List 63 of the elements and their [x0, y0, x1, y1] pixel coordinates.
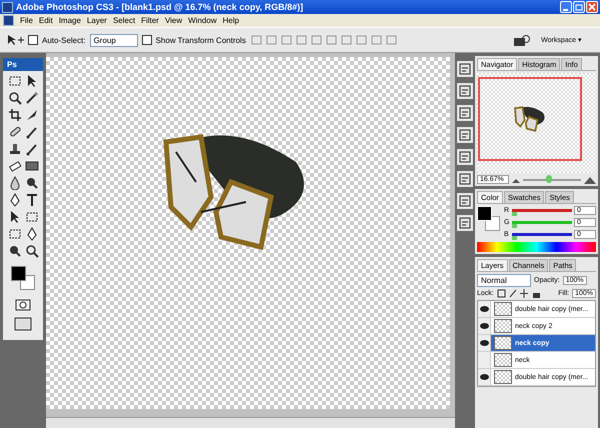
- zoom-tool-icon[interactable]: [24, 244, 38, 258]
- slider-thumb[interactable]: [512, 212, 517, 216]
- menu-item[interactable]: Select: [112, 16, 136, 25]
- move-tool-icon[interactable]: [6, 34, 24, 46]
- menu-item[interactable]: Image: [58, 16, 81, 25]
- eye-icon: [480, 323, 488, 329]
- file-browser-icon[interactable]: [513, 34, 532, 46]
- eye-icon: [480, 306, 488, 312]
- menu-item[interactable]: Filter: [141, 16, 159, 25]
- quick-mask-icon[interactable]: [15, 299, 31, 311]
- photoshop-logo: Ps: [3, 58, 43, 71]
- zoom-out-icon[interactable]: [512, 176, 520, 182]
- zoom-slider-thumb[interactable]: [546, 174, 552, 182]
- app-icon: [2, 2, 13, 12]
- slider-thumb[interactable]: [512, 236, 517, 240]
- lock-options-drawing[interactable]: [496, 289, 541, 298]
- pen-tool-icon[interactable]: [8, 193, 22, 207]
- show-transform-label: Show Transform Controls: [156, 36, 246, 44]
- close-icon: [588, 3, 596, 11]
- checkbox[interactable]: [142, 35, 152, 45]
- visibility-toggle[interactable]: [478, 318, 491, 334]
- blur-tool-icon[interactable]: [8, 176, 22, 190]
- visibility-toggle[interactable]: [478, 301, 491, 317]
- dodge-tool-icon[interactable]: [24, 176, 38, 190]
- brush-tool-icon[interactable]: [24, 125, 38, 139]
- visibility-toggle[interactable]: [478, 352, 491, 368]
- history-brush-tool-icon[interactable]: [24, 142, 38, 156]
- color-spectrum[interactable]: [477, 242, 596, 252]
- color-swatches-drawing[interactable]: [477, 206, 501, 232]
- stamp-tool-icon[interactable]: [8, 142, 22, 156]
- marquee-tool-icon[interactable]: [8, 74, 22, 88]
- auto-select-label: Auto-Select:: [42, 36, 86, 44]
- gradient-tool-icon[interactable]: [24, 159, 38, 173]
- slider-thumb[interactable]: [512, 224, 517, 228]
- document-icon: [3, 15, 14, 26]
- wand-tool-icon[interactable]: [24, 91, 38, 105]
- screen-mode-icon[interactable]: [14, 317, 32, 331]
- menu-item[interactable]: View: [164, 16, 182, 25]
- layer-thumbnail: [494, 319, 512, 333]
- window-title: Adobe Photoshop CS3 - [blank1.psd @ 16.7% (neck copy, RGB/8#)]: [16, 2, 304, 12]
- menu-item[interactable]: Edit: [38, 16, 53, 25]
- restore-icon: [575, 3, 583, 11]
- visibility-toggle[interactable]: [478, 335, 491, 351]
- menu-item[interactable]: Layer: [86, 16, 107, 25]
- layer-thumbnail: [494, 370, 512, 384]
- layer-thumbnail: [494, 336, 512, 350]
- visibility-toggle[interactable]: [478, 369, 491, 385]
- eye-icon: [480, 340, 488, 346]
- layer-thumbnail: [494, 353, 512, 367]
- checkbox[interactable]: [28, 35, 38, 45]
- auto-select-dropdown[interactable]: Group: [90, 34, 138, 46]
- crop-tool-icon[interactable]: [8, 108, 22, 122]
- eye-icon: [480, 374, 488, 380]
- menu-item[interactable]: File: [20, 16, 33, 25]
- zoom-in-icon[interactable]: [584, 176, 596, 184]
- type-tool-icon[interactable]: [24, 193, 38, 207]
- menu-item[interactable]: Help: [222, 16, 240, 25]
- restore-button[interactable]: [573, 1, 585, 13]
- blend-mode-dropdown[interactable]: Normal: [477, 274, 531, 287]
- color-swatches-drawing[interactable]: [11, 266, 35, 290]
- menu-item[interactable]: Window: [188, 16, 217, 25]
- minimize-button[interactable]: [560, 1, 572, 13]
- close-button[interactable]: [586, 1, 598, 13]
